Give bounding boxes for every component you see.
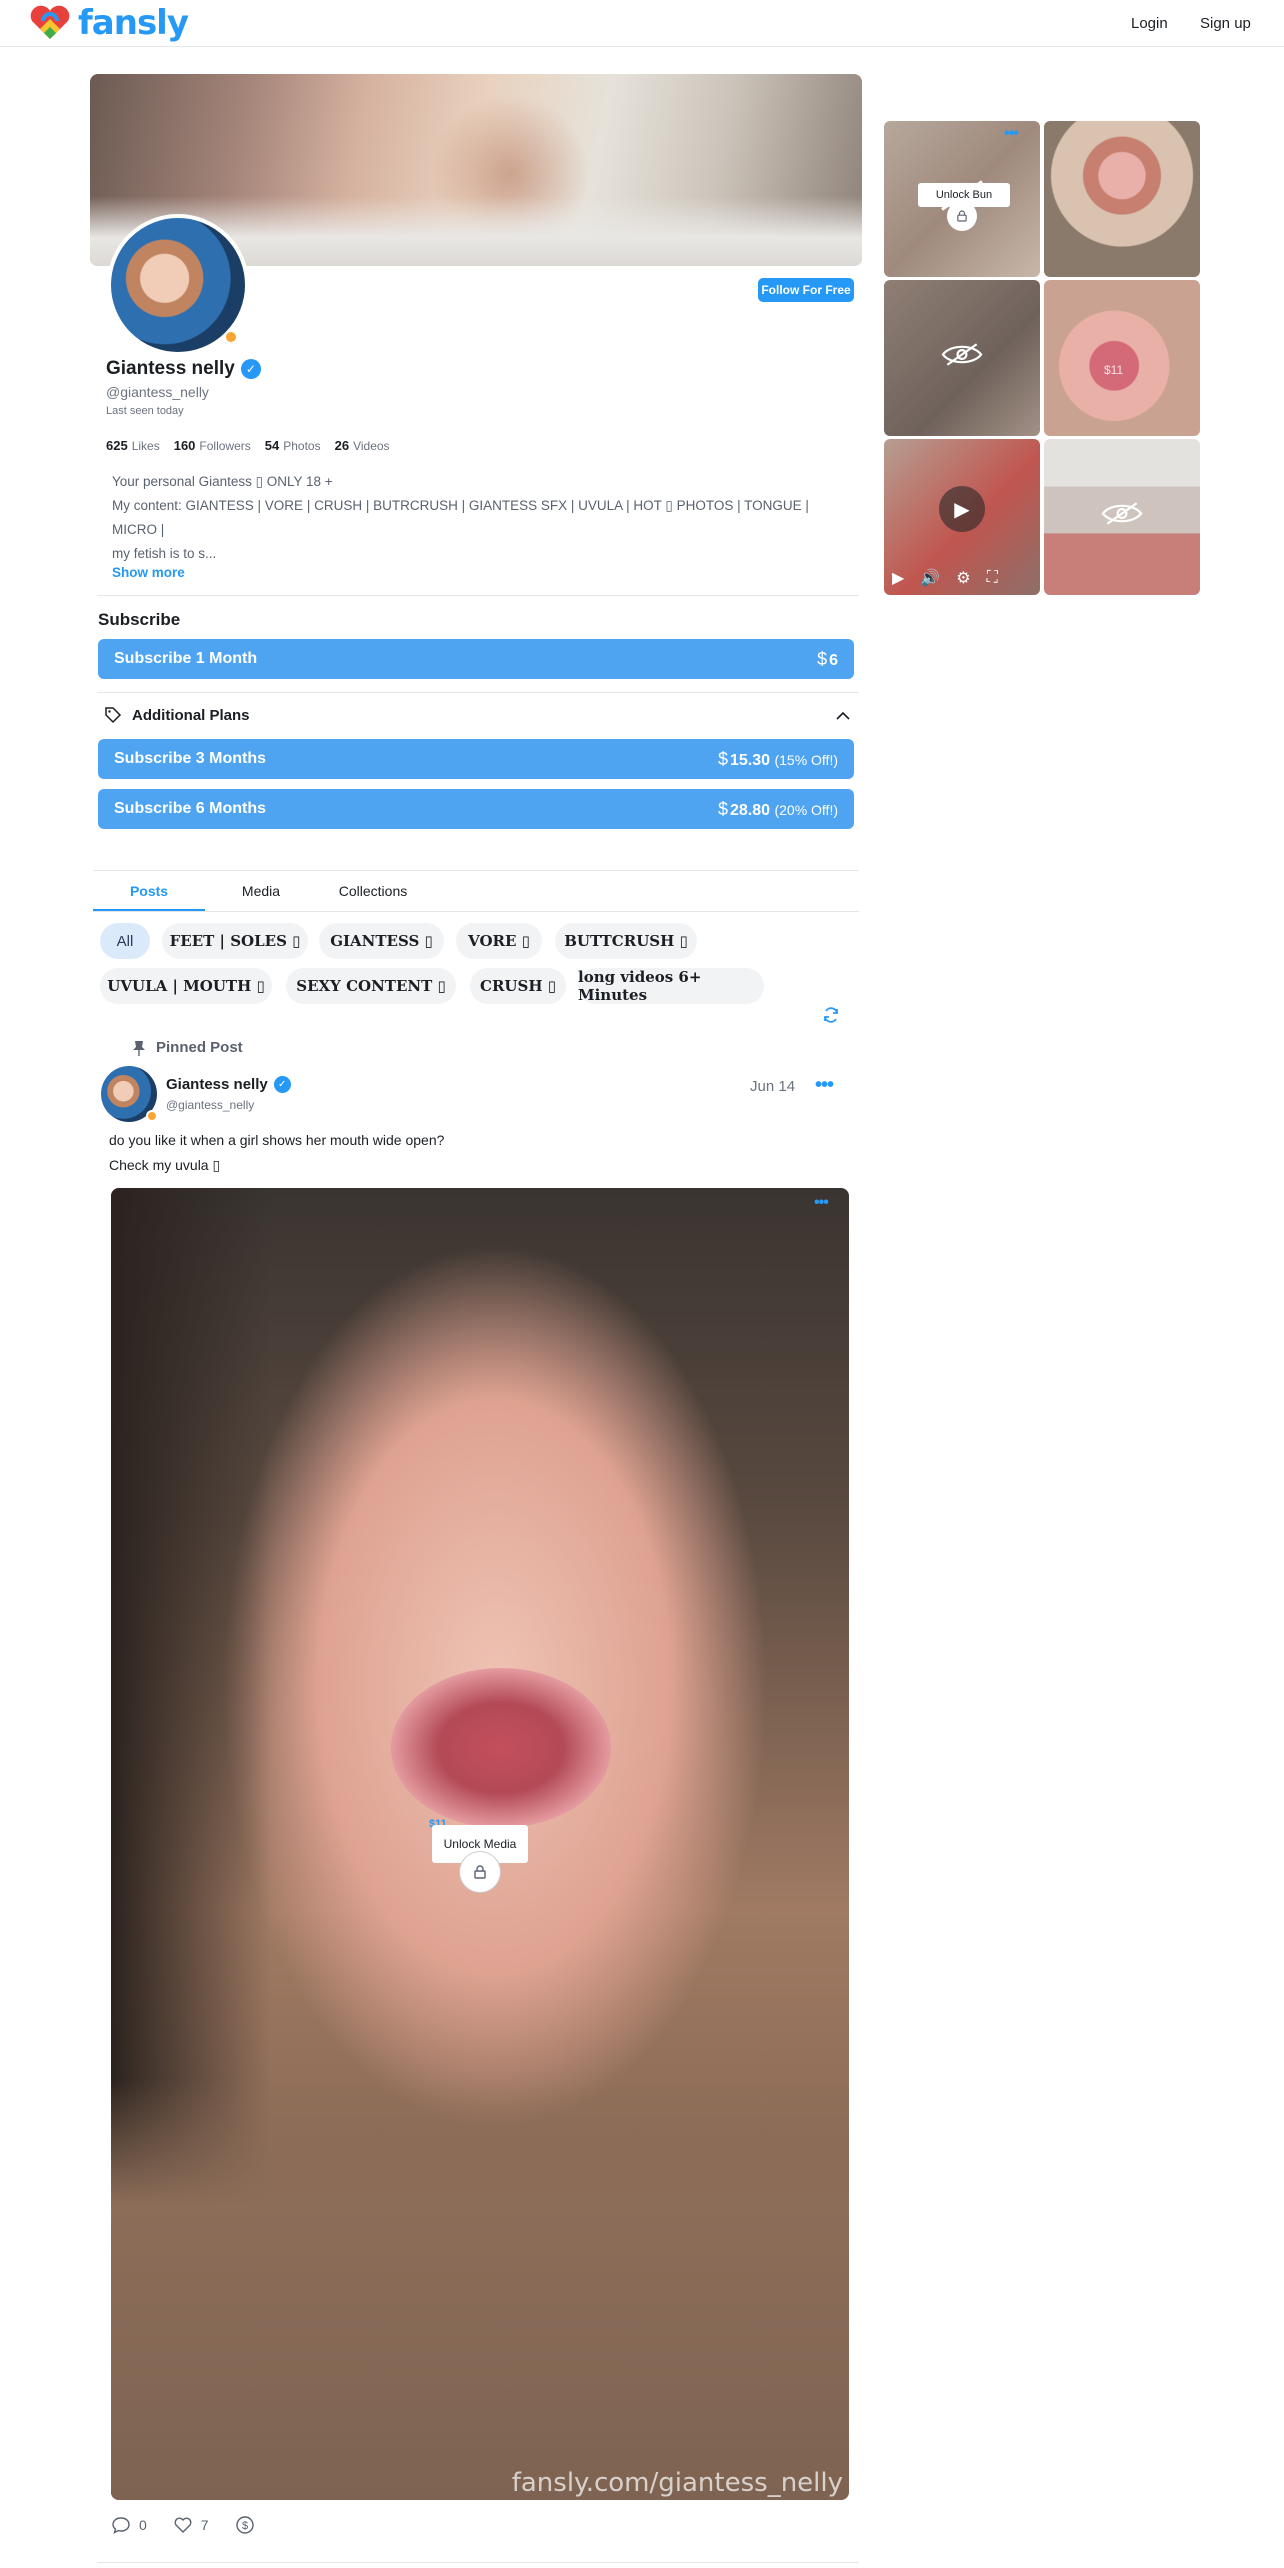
lock-icon [947,201,977,231]
post-author-row[interactable]: Giantess nelly ✓ [166,1076,291,1093]
play-icon[interactable]: ▶ [939,486,985,533]
svg-text:$: $ [242,2520,248,2532]
chip-feet-soles[interactable]: FEET | SOLES ▯ [162,923,308,959]
play-button-icon[interactable]: ▶ [892,568,904,588]
media-tile[interactable]: $11 [1044,280,1200,436]
chip-buttcrush[interactable]: BUTTCRUSH ▯ [555,923,697,959]
follow-button[interactable]: Follow For Free [758,278,854,302]
subscribe-3-months-button[interactable]: Subscribe 3 Months $15.30 (15% Off!) [98,739,854,779]
refresh-icon[interactable] [822,1006,840,1029]
post-text-line: do you like it when a girl shows her mou… [109,1132,445,1148]
settings-icon[interactable]: ⚙ [956,568,970,588]
stat-photos: 54 Photos [264,438,321,453]
tab-posts[interactable]: Posts [93,871,205,911]
top-nav: fansly Login Sign up [0,0,1284,47]
subscribe-6-months-button[interactable]: Subscribe 6 Months $28.80 (20% Off!) [98,789,854,829]
subscribe-price: $6 [817,648,838,669]
post-media[interactable]: ••• $11 Unlock Media fansly.com/giantess… [111,1188,849,2500]
video-controls: ▶ 🔊 ⚙ ⛶ [884,561,1040,595]
stat-followers: 160 Followers [173,438,251,453]
chip-uvula-mouth[interactable]: UVULA | MOUTH ▯ [100,968,272,1004]
bio-line: Your personal Giantess ▯ ONLY 18 + [112,474,333,489]
video-tile[interactable]: ▶ ▶ 🔊 ⚙ ⛶ [884,439,1040,595]
subscribe-label: Subscribe 3 Months [114,750,267,767]
subscribe-price: $28.80 (20% Off!) [717,798,838,819]
brand-logo[interactable]: fansly [28,3,189,43]
post-author-handle: @giantess_nelly [166,1098,255,1112]
tab-media[interactable]: Media [205,871,317,911]
content-tabs: Posts Media Collections [93,870,859,912]
online-status-dot [224,330,238,344]
media-watermark: fansly.com/giantess_nelly [511,2468,843,2498]
chip-giantess[interactable]: GIANTESS ▯ [319,923,444,959]
like-button[interactable]: 7 [173,2515,209,2535]
additional-plans-label: Additional Plans [132,706,250,724]
eye-slash-icon [1100,501,1144,534]
tile-price: $11 [1104,363,1124,377]
tip-button[interactable]: $ [235,2515,255,2535]
profile-name-row: Giantess nelly ✓ [106,358,261,380]
post-actions: 0 7 $ [111,2515,255,2535]
post-author-name: Giantess nelly [166,1076,268,1093]
fullscreen-icon[interactable]: ⛶ [987,569,998,587]
subscribe-title: Subscribe [98,610,181,629]
pin-icon [133,1040,145,1056]
show-more-link[interactable]: Show more [112,565,185,580]
media-options-icon[interactable]: ••• [814,1194,829,1212]
verified-check-icon: ✓ [273,1076,291,1093]
profile-name: Giantess nelly [106,358,235,379]
bio-line: my fetish is to s... [112,546,217,561]
comment-icon [112,2517,130,2534]
chip-all[interactable]: All [100,923,150,959]
profile-stats: 625 Likes 160 Followers 54 Photos 26 Videos [106,438,390,453]
tab-collections[interactable]: Collections [317,871,429,911]
profile-bio: Your personal Giantess ▯ ONLY 18 + My co… [112,470,832,566]
heart-icon [174,2517,192,2533]
volume-icon[interactable]: 🔊 [920,568,940,588]
bio-line: MICRO | [112,522,165,537]
subscribe-label: Subscribe 1 Month [114,650,258,667]
eye-slash-icon [940,342,984,375]
chip-sexy-content[interactable]: SEXY CONTENT ▯ [286,968,456,1004]
media-tile[interactable] [1044,439,1200,595]
online-status-dot [146,1110,158,1122]
additional-plans-header[interactable]: Additional Plans [104,706,250,724]
like-count: 7 [200,2517,209,2533]
post-more-options-icon[interactable]: ••• [815,1074,834,1097]
profile-handle: @giantess_nelly [106,384,209,400]
media-tile[interactable]: ••• Unlock Bun [884,121,1040,277]
tag-icon [105,707,122,724]
media-detail [391,1668,611,1828]
verified-check-icon: ✓ [240,359,261,379]
divider [97,2562,859,2563]
dollar-icon: $ [235,2516,254,2534]
post-date: Jun 14 [750,1078,796,1095]
last-seen: Last seen today [106,405,184,417]
stat-likes: 625 Likes [106,438,160,453]
chip-vore[interactable]: VORE ▯ [456,923,542,959]
bio-line: My content: GIANTESS | VORE | CRUSH | BU… [112,498,809,513]
login-link[interactable]: Login [1131,15,1168,32]
comment-button[interactable]: 0 [111,2515,147,2535]
media-tile[interactable] [884,280,1040,436]
chip-crush[interactable]: CRUSH ▯ [470,968,566,1004]
divider [97,595,859,596]
pinned-post-label: Pinned Post [132,1039,243,1056]
subscribe-1-month-button[interactable]: Subscribe 1 Month $6 [98,639,854,679]
lock-icon[interactable] [460,1852,500,1892]
brand-name: fansly [78,3,189,43]
chip-long-videos[interactable]: long videos 6+ Minutes [578,968,764,1004]
post-text-line: Check my uvula ▯ [109,1157,221,1173]
stat-videos: 26 Videos [334,438,390,453]
media-options-icon[interactable]: ••• [1004,125,1019,143]
subscribe-price: $15.30 (15% Off!) [717,748,838,769]
media-tile[interactable] [1044,121,1200,277]
comment-count: 0 [139,2517,147,2533]
media-shade [111,2080,849,2500]
divider [97,692,859,693]
heart-logo-icon [30,5,70,40]
signup-link[interactable]: Sign up [1200,15,1251,32]
subscribe-label: Subscribe 6 Months [114,800,267,817]
chevron-up-icon[interactable] [836,708,850,724]
